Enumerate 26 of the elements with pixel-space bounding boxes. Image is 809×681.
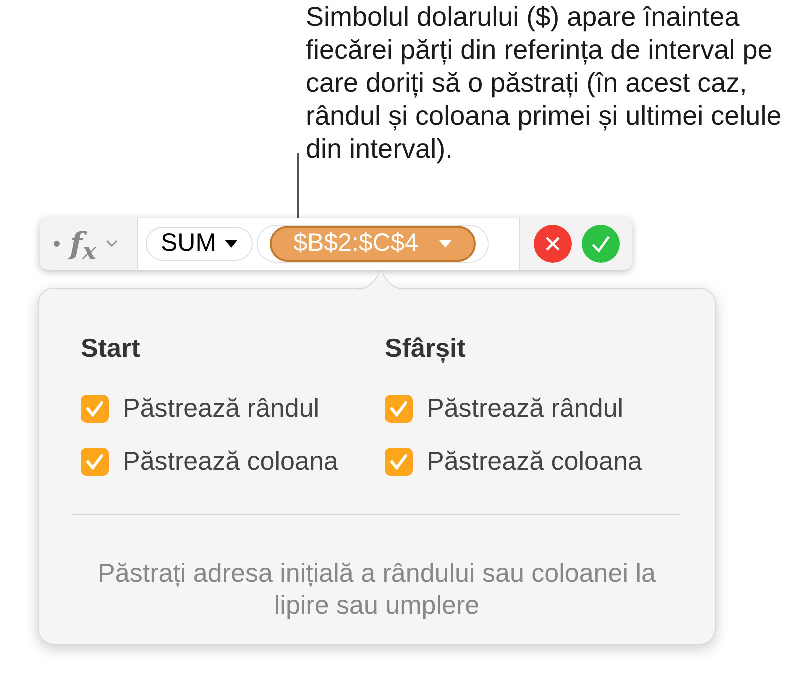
caret-icon (224, 239, 238, 249)
checkmark-icon (86, 454, 104, 470)
caret-icon (438, 239, 452, 249)
checkbox-option[interactable]: Păstrează rândul (81, 382, 377, 435)
checkbox[interactable] (81, 394, 109, 422)
dot-icon (54, 241, 60, 247)
callout-text: Simbolul dolarului ($) apare înaintea fiecărei părți din referința de interval pe care doriți să o păstrați (în acest caz, rândul și coloana primei și ultimei celule din interval). (306, 1, 783, 166)
group-title: Sfârșit (385, 332, 467, 365)
checkmark-icon (591, 235, 611, 253)
cancel-button[interactable] (534, 225, 572, 263)
checkmark-icon (86, 400, 104, 416)
checkbox-option[interactable]: Păstrează rândul (385, 382, 681, 435)
close-icon (545, 236, 561, 252)
checkbox-option[interactable]: Păstrează coloana (81, 435, 377, 488)
checkmark-icon (390, 454, 408, 470)
footer-text: Păstrați adresa inițială a rândului sau coloanei la lipire sau umplere (97, 557, 657, 621)
checkbox[interactable] (81, 448, 109, 476)
checkbox[interactable] (385, 448, 413, 476)
checkmark-icon (390, 400, 408, 416)
formula-field[interactable]: SUM $B$2:$C$4 (138, 218, 520, 270)
function-token[interactable]: SUM (146, 227, 253, 261)
chevron-icon[interactable] (106, 240, 118, 248)
checkbox[interactable] (385, 394, 413, 422)
group-title: Start (81, 332, 142, 365)
checkbox-option[interactable]: Păstrează coloana (385, 435, 681, 488)
accept-button[interactable] (582, 225, 620, 263)
